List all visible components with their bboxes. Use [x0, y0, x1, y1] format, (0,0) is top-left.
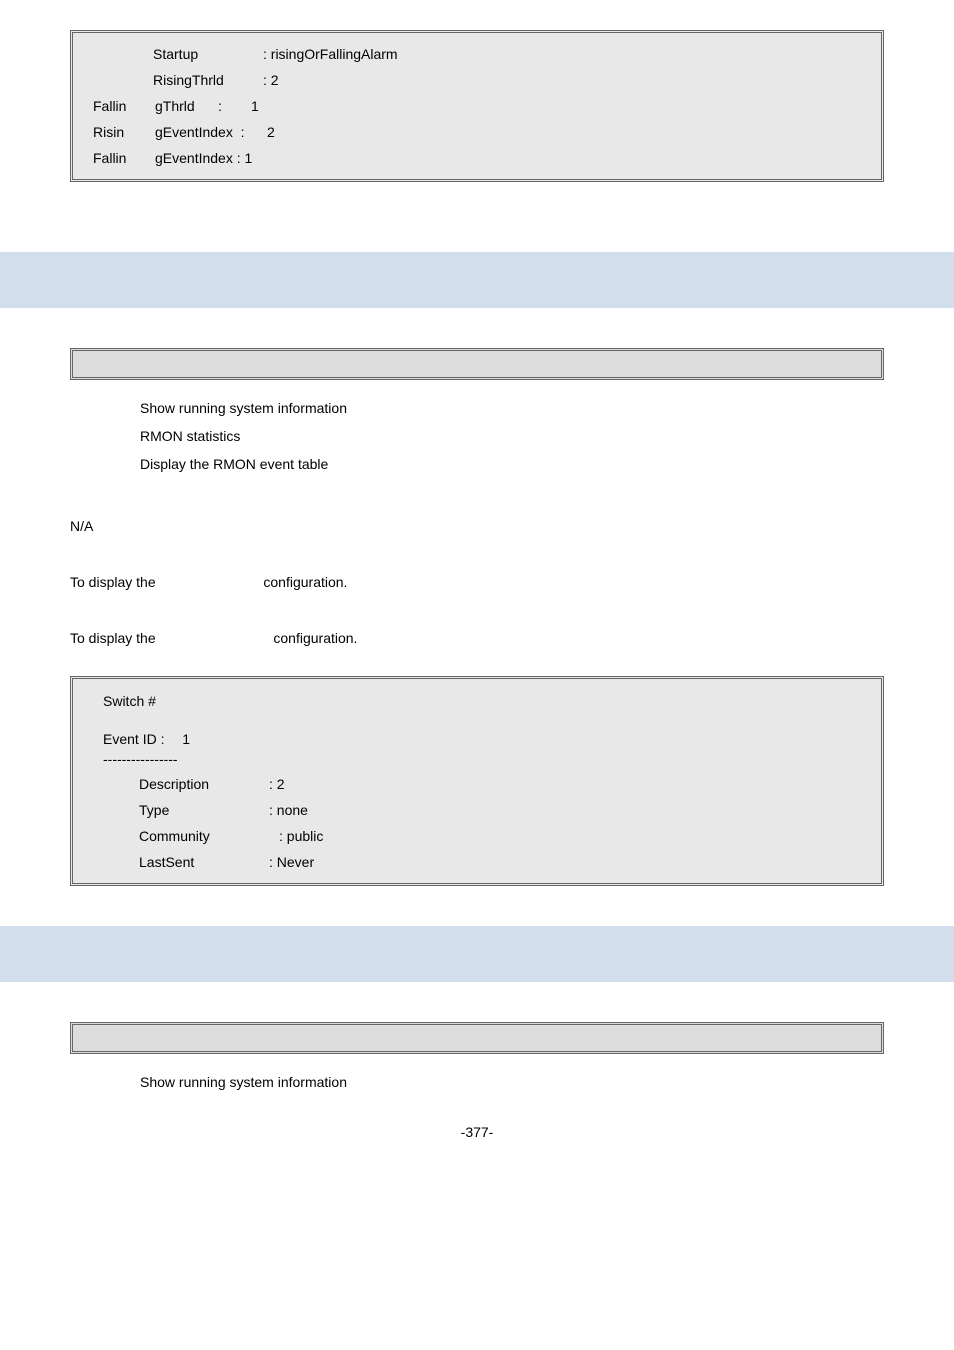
cell: RisingThrld — [153, 72, 263, 88]
key: Community — [139, 828, 269, 844]
code-block-2: Switch # Event ID : 1 ---------------- D… — [70, 676, 884, 886]
text-fragment: configuration. — [263, 574, 347, 590]
label: Event ID : — [103, 731, 164, 747]
value: : Never — [269, 854, 851, 870]
code-row: Risin gEventIndex : 2 — [93, 119, 861, 145]
list-item: Show running system information — [140, 394, 954, 422]
description-line-2: To display the configuration. — [70, 630, 954, 646]
list-item: RMON statistics — [140, 422, 954, 450]
cell: 2 — [267, 124, 861, 140]
cell: Fallin — [93, 98, 155, 114]
value: 1 — [182, 731, 190, 747]
key: Description — [139, 776, 269, 792]
prompt-line: Switch # — [103, 693, 851, 709]
code-row: Fallin gEventIndex : 1 — [93, 145, 861, 171]
cell: 1 — [251, 98, 861, 114]
event-id-line: Event ID : 1 — [103, 731, 851, 747]
code-row: Fallin gThrld : 1 — [93, 93, 861, 119]
code-block-1: Startup : risingOrFallingAlarm RisingThr… — [70, 30, 884, 182]
value: : 2 — [269, 776, 851, 792]
cell — [93, 72, 153, 88]
cell: : 2 — [263, 72, 861, 88]
page-number: -377- — [0, 1124, 954, 1140]
kv-row: Description : 2 — [139, 771, 851, 797]
section-band — [0, 252, 954, 308]
subheading-band — [70, 348, 884, 380]
cell: : risingOrFallingAlarm — [263, 46, 861, 62]
na-text: N/A — [70, 518, 954, 534]
key: LastSent — [139, 854, 269, 870]
code-row: Startup : risingOrFallingAlarm — [93, 41, 861, 67]
key: Type — [139, 802, 269, 818]
value: : none — [269, 802, 851, 818]
cell: Startup — [153, 46, 263, 62]
value: : public — [269, 828, 851, 844]
code-row: RisingThrld : 2 — [93, 67, 861, 93]
list-item: Display the RMON event table — [140, 450, 954, 478]
description-line-1: To display the configuration. — [70, 574, 954, 590]
cell: Fallin — [93, 150, 155, 166]
cell: gEventIndex : — [155, 124, 267, 140]
subheading-band — [70, 1022, 884, 1054]
cell: gThrld : — [155, 98, 251, 114]
description-list: Show running system information RMON sta… — [140, 394, 954, 478]
list-item: Show running system information — [140, 1068, 954, 1096]
text-fragment: configuration. — [273, 630, 357, 646]
cell — [93, 46, 153, 62]
text-fragment: To display the — [70, 574, 156, 590]
cell: gEventIndex : 1 — [155, 150, 861, 166]
kv-row: Type : none — [139, 797, 851, 823]
separator: ---------------- — [103, 747, 851, 771]
kv-row: Community : public — [139, 823, 851, 849]
section-band — [0, 926, 954, 982]
text-fragment: To display the — [70, 630, 156, 646]
description-list: Show running system information — [140, 1068, 954, 1096]
cell: Risin — [93, 124, 155, 140]
kv-row: LastSent : Never — [139, 849, 851, 875]
